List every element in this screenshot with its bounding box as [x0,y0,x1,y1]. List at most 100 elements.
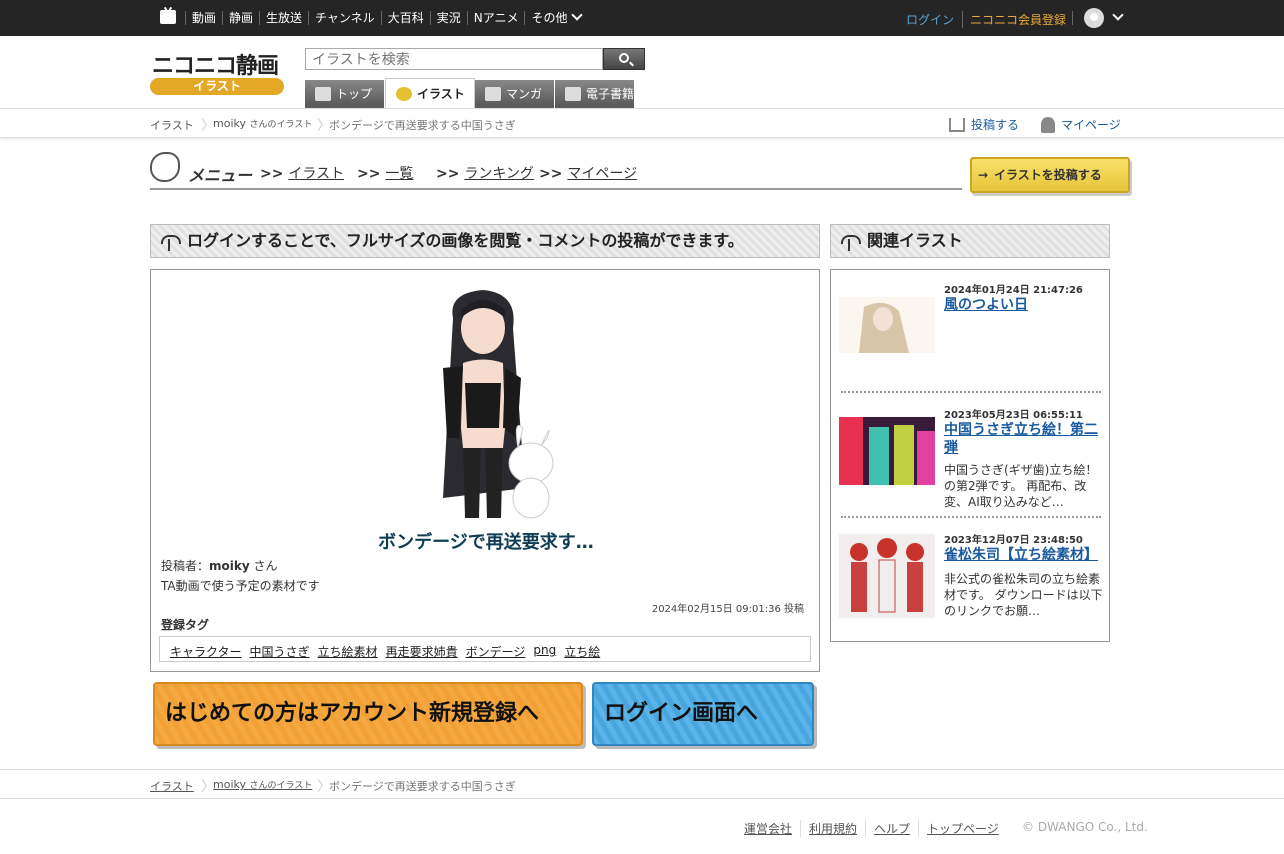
poster-label: 投稿者： [161,559,210,573]
menu-label: ランキング [464,166,534,182]
tab-manga[interactable]: マンガ [475,80,555,108]
related-date: 2023年05月23日 06:55:11 [944,410,1083,421]
menu-label: 一覧 [385,166,414,182]
post-link[interactable]: 投稿する [949,116,1019,133]
posted-date: 2024年02月15日 09:01:36 投稿 [651,604,804,615]
search-input[interactable] [305,48,603,70]
home-icon [315,87,331,101]
tab-label: マンガ [506,87,543,101]
related-thumb[interactable] [839,297,935,353]
menu-title: メニュー [188,166,253,185]
related-item[interactable]: 2023年12月07日 23:48:50 雀松朱司【立ち絵素材】 非公式の雀松朱… [831,531,1111,646]
illust-detail: ボンデージで再送要求す… 投稿者：moiky さん TA動画で使う予定の素材です… [150,269,820,672]
tab-label: イラスト [417,86,465,101]
nav-video[interactable]: 動画 [185,11,222,25]
breadcrumb-root[interactable]: イラスト [150,778,194,794]
user-suffix: さんのイラスト [249,781,313,791]
related-title[interactable]: 雀松朱司【立ち絵素材】 [944,546,1104,564]
mypage-label: マイページ [1061,118,1121,132]
related-desc: 非公式の雀松朱司の立ち絵素材です。 ダウンロードは以下のリンクでお願… [944,572,1103,618]
related-heading-text: 関連イラスト [867,231,963,250]
sprout-icon [161,235,181,251]
menu-prefix: >> [539,166,563,182]
breadcrumb-user[interactable]: moiky さんのイラスト [213,778,312,791]
user-name: moiky [213,117,246,130]
register-banner[interactable]: はじめての方はアカウント新規登録へ [153,682,583,746]
tag[interactable]: 立ち絵素材 [318,643,378,659]
illust-image[interactable] [413,288,561,520]
tab-illust[interactable]: イラスト [385,78,475,108]
menu-item-mypage[interactable]: >> マイページ [539,163,637,183]
logo-text: ニコニコ静画 [152,54,279,79]
user-suffix: さんのイラスト [249,120,313,130]
breadcrumb-root[interactable]: イラスト [150,117,194,133]
palette-icon [150,152,180,182]
tab-top[interactable]: トップ [305,80,385,108]
related-desc: 中国うさぎ(ギザ歯)立ち絵！の第2弾です。 再配布、改変、AI取り込みなど… [944,463,1098,509]
related-thumb[interactable] [839,417,935,485]
menu-prefix: >> [260,166,284,182]
related-list: 2024年01月24日 21:47:26 風のつよい日 2023年05月23日 … [830,269,1110,642]
related-item[interactable]: 2023年05月23日 06:55:11 中国うさぎ立ち絵！第二弾 中国うさぎ(… [831,406,1111,521]
nav-dic[interactable]: 大百科 [380,11,430,25]
menu-item-ranking[interactable]: >> ランキング [436,163,534,183]
chevron-down-icon[interactable] [1112,9,1124,21]
poster-suffix: さん [249,559,278,573]
breadcrumb-current: ボンデージで再送要求する中国うさぎ [329,780,516,793]
illust-menu: メニュー >> イラスト >> 一覧 >> ランキング >> マイページ [150,150,962,190]
breadcrumb: イラスト 〉 moiky さんのイラスト 〉 ボンデージで再送要求する中国うさぎ… [0,108,1284,138]
nav-live[interactable]: 生放送 [259,11,308,25]
related-title[interactable]: 中国うさぎ立ち絵！第二弾 [944,421,1104,457]
related-title[interactable]: 風のつよい日 [944,296,1104,314]
menu-item-illust[interactable]: >> イラスト [260,163,344,183]
nav-seiga[interactable]: 静画 [222,11,259,25]
login-notice-heading: ログインすることで、フルサイズの画像を閲覧・コメントの投稿ができます。 [150,224,820,258]
tab-ebook[interactable]: 電子書籍 [555,80,635,108]
tag[interactable]: 中国うさぎ [250,643,310,659]
tags-heading: 登録タグ [161,618,210,632]
related-thumb[interactable] [839,534,935,618]
poster-info: 投稿者：moiky さん [161,557,278,574]
avatar[interactable] [1084,8,1104,28]
nav-jikkyo[interactable]: 実況 [429,11,467,25]
copyright: © DWANGO Co., Ltd. [1022,820,1148,834]
nav-channel[interactable]: チャンネル [308,11,381,25]
illust-title: ボンデージで再送要求す… [378,532,594,553]
tag[interactable]: ボンデージ [466,643,526,659]
site-logo[interactable]: ニコニコ静画 イラスト [150,48,284,96]
breadcrumb-current: ボンデージで再送要求する中国うさぎ [329,119,516,132]
footer-link-company[interactable]: 運営会社 [744,820,800,837]
tag[interactable]: 立ち絵 [564,643,600,659]
menu-item-list[interactable]: >> 一覧 [357,163,413,183]
nav-more[interactable]: その他 [524,11,587,25]
user-icon [1041,116,1055,133]
login-banner[interactable]: ログイン画面へ [592,682,814,746]
menu-prefix: >> [436,166,460,182]
menu-label: イラスト [288,166,345,182]
user-name: moiky [213,778,246,791]
related-item[interactable]: 2024年01月24日 21:47:26 風のつよい日 [831,281,1111,396]
footer-link-top[interactable]: トップページ [918,820,1007,837]
search-icon [619,53,629,63]
footer-link-help[interactable]: ヘルプ [865,820,918,837]
related-date: 2024年01月24日 21:47:26 [944,285,1083,296]
footer-links: 運営会社 利用規約 ヘルプ トップページ [744,820,1007,837]
illust-description: TA動画で使う予定の素材です [161,579,320,593]
breadcrumb-user[interactable]: moiky さんのイラスト [213,117,312,130]
nav-nanime[interactable]: Nアニメ [466,11,525,25]
tag-list: キャラクター 中国うさぎ 立ち絵素材 再走要求姉貴 ボンデージ png 立ち絵 [159,636,811,662]
related-date: 2023年12月07日 23:48:50 [944,535,1083,546]
search-button[interactable] [603,48,645,70]
login-link[interactable]: ログイン [906,11,954,28]
tag[interactable]: キャラクター [170,643,242,659]
footer-link-terms[interactable]: 利用規約 [800,820,865,837]
sprout-icon [841,235,861,251]
post-illust-button[interactable]: イラストを投稿する [970,157,1130,193]
niconico-tv-icon[interactable] [160,10,176,24]
mypage-link[interactable]: マイページ [1041,116,1121,133]
footer-breadcrumb: イラスト 〉 moiky さんのイラスト 〉 ボンデージで再送要求する中国うさぎ [0,769,1284,799]
poster-name[interactable]: moiky [209,559,250,573]
tag[interactable]: 再走要求姉貴 [386,643,458,659]
register-link[interactable]: ニコニコ会員登録 [962,11,1066,28]
tag[interactable]: png [533,643,556,657]
